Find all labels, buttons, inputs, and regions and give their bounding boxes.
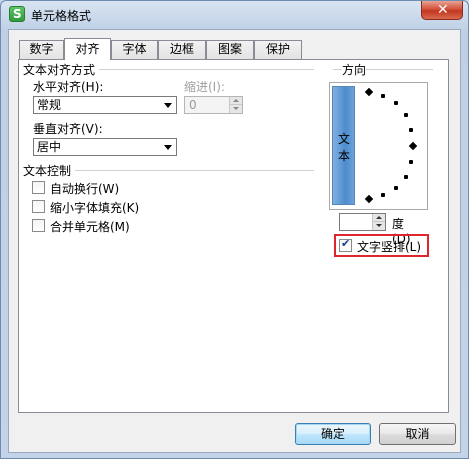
horizontal-align-select[interactable]: 常规	[33, 96, 177, 114]
tab-border[interactable]: 边框	[158, 40, 206, 59]
tab-protection[interactable]: 保护	[254, 40, 302, 59]
indent-value: 0	[189, 98, 197, 112]
spin-down-icon[interactable]	[373, 222, 385, 230]
vertical-align-label: 垂直对齐(V):	[33, 122, 103, 136]
dialog-body: 数字 对齐 字体 边框 图案 保护 文本对齐方式 水平对齐(H): 常规 缩进(…	[8, 29, 461, 453]
alignment-section-title: 文本对齐方式	[23, 61, 96, 78]
orientation-tick[interactable]	[409, 160, 413, 164]
text-control-section-title: 文本控制	[23, 162, 72, 179]
wrap-text-label: 自动换行(W)	[50, 182, 120, 196]
degree-spin-buttons	[372, 214, 385, 230]
tab-alignment[interactable]: 对齐	[64, 38, 111, 60]
spin-down-icon[interactable]	[230, 105, 242, 113]
indent-stepper[interactable]: 0	[184, 96, 243, 114]
wrap-text-option[interactable]: 自动换行(W)	[32, 179, 152, 196]
tab-number[interactable]: 数字	[19, 40, 64, 59]
cancel-button[interactable]: 取消	[379, 423, 456, 445]
shrink-to-fit-option[interactable]: 缩小字体填充(K)	[32, 198, 162, 215]
shrink-to-fit-label: 缩小字体填充(K)	[50, 201, 140, 215]
orientation-marker-top[interactable]	[364, 87, 374, 97]
close-icon: ✕	[437, 2, 449, 18]
orientation-marker-middle[interactable]	[408, 141, 418, 151]
orientation-marker-bottom[interactable]	[364, 194, 374, 204]
spin-up-icon[interactable]	[373, 214, 385, 222]
orientation-tick[interactable]	[381, 193, 385, 197]
vertical-align-value: 居中	[37, 140, 62, 154]
tab-font[interactable]: 字体	[111, 40, 158, 59]
vertical-align-select[interactable]: 居中	[33, 138, 177, 156]
title-bar[interactable]: S 单元格格式 ✕	[1, 1, 468, 29]
format-cells-dialog: S 单元格格式 ✕ 数字 对齐 字体 边框 图案 保护 文本对齐方式 水平对齐(…	[0, 0, 469, 459]
orientation-section-title: 方向	[342, 61, 367, 78]
orientation-tick[interactable]	[381, 94, 385, 98]
orientation-tick[interactable]	[394, 186, 398, 190]
close-button[interactable]: ✕	[421, 1, 463, 20]
orientation-tick[interactable]	[394, 101, 398, 105]
alignment-separator	[99, 69, 314, 70]
wrap-text-checkbox[interactable]	[32, 181, 45, 194]
vertical-stack-highlight	[334, 234, 429, 257]
indent-spin-buttons	[229, 97, 242, 113]
shrink-to-fit-checkbox[interactable]	[32, 200, 45, 213]
orientation-dial[interactable]: 文本	[329, 82, 428, 210]
spin-up-icon[interactable]	[230, 97, 242, 105]
tab-pattern[interactable]: 图案	[206, 40, 254, 59]
wps-app-icon: S	[9, 6, 25, 22]
chevron-down-icon	[164, 145, 172, 150]
merge-cells-label: 合并单元格(M)	[50, 220, 130, 234]
dialog-title: 单元格格式	[31, 9, 92, 23]
orientation-tick[interactable]	[409, 128, 413, 132]
orientation-tick[interactable]	[404, 175, 408, 179]
degree-stepper[interactable]	[339, 213, 386, 231]
ok-button[interactable]: 确定	[295, 423, 371, 445]
horizontal-align-value: 常规	[37, 98, 62, 112]
merge-cells-option[interactable]: 合并单元格(M)	[32, 217, 152, 234]
orientation-tick[interactable]	[404, 113, 408, 117]
indent-label: 缩进(I):	[184, 80, 225, 94]
chevron-down-icon	[164, 103, 172, 108]
text-control-separator	[75, 170, 314, 171]
merge-cells-checkbox[interactable]	[32, 219, 45, 232]
horizontal-align-label: 水平对齐(H):	[33, 80, 104, 94]
vertical-text-button[interactable]: 文本	[332, 86, 355, 205]
vertical-text-sample: 文本	[338, 132, 351, 163]
